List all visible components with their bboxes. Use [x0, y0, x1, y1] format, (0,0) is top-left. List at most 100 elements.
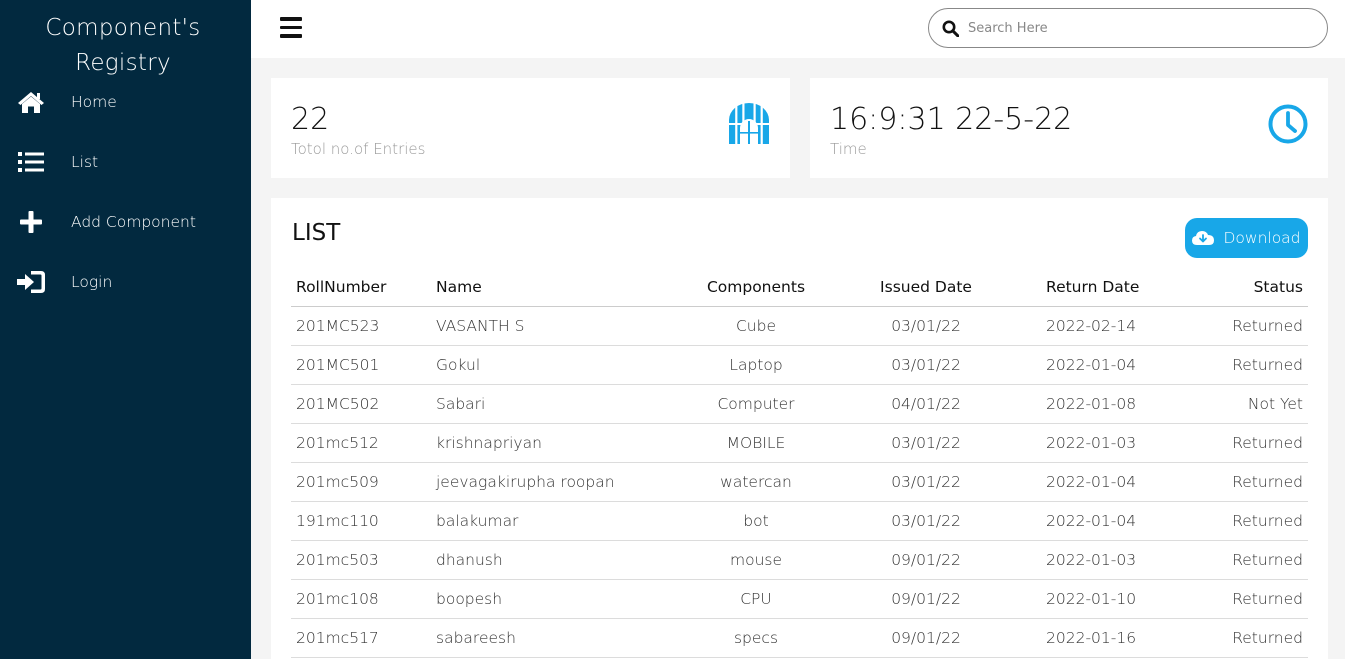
cell-status: Returned [1186, 345, 1308, 385]
col-header-issued-date[interactable]: Issued Date [816, 268, 1036, 307]
components-table: RollNumber Name Components Issued Date R… [291, 268, 1308, 658]
cell-rollnumber: 201mc512 [291, 423, 431, 463]
cell-name: Sabari [431, 384, 696, 424]
table-row[interactable]: 201mc517 sabareesh specs 09/01/22 2022-01-16… [291, 618, 1308, 658]
cell-issued-date: 09/01/22 [816, 540, 1036, 580]
cell-issued-date: 03/01/22 [816, 501, 1036, 541]
entries-card: 22 Totol no.of Entries [271, 78, 790, 178]
cell-name: dhanush [431, 540, 696, 580]
cell-return-date: 2022-01-08 [1036, 384, 1186, 424]
cell-status: Returned [1186, 579, 1308, 619]
search-box[interactable] [928, 8, 1328, 48]
home-icon [0, 90, 62, 114]
sidebar-nav: Home List Add Component Login [0, 72, 251, 312]
cell-return-date: 2022-01-10 [1036, 579, 1186, 619]
sidebar-item-home[interactable]: Home [0, 72, 251, 132]
cell-rollnumber: 201MC501 [291, 345, 431, 385]
download-button[interactable]: Download [1185, 218, 1308, 258]
cell-return-date: 2022-01-04 [1036, 501, 1186, 541]
cell-issued-date: 03/01/22 [816, 423, 1036, 463]
plus-icon [0, 211, 62, 233]
table-header-row: RollNumber Name Components Issued Date R… [291, 268, 1308, 307]
cell-component: Computer [696, 384, 816, 424]
table-row[interactable]: 201MC523 VASANTH S Cube 03/01/22 2022-02-14 R… [291, 306, 1308, 346]
cell-component: watercan [696, 462, 816, 502]
cell-component: Laptop [696, 345, 816, 385]
table-row[interactable]: 201MC501 Gokul Laptop 03/01/22 2022-01-04 Ret… [291, 345, 1308, 385]
table-body: 201MC523 VASANTH S Cube 03/01/22 2022-02-14 R… [291, 306, 1308, 658]
sidebar-item-label: Add Component [71, 213, 196, 231]
sidebar-item-label: List [71, 153, 99, 171]
download-label: Download [1223, 229, 1301, 247]
col-header-name[interactable]: Name [431, 268, 696, 307]
col-header-rollnumber[interactable]: RollNumber [291, 268, 431, 307]
col-header-components[interactable]: Components [696, 268, 816, 307]
cell-return-date: 2022-01-04 [1036, 345, 1186, 385]
cell-status: Returned [1186, 306, 1308, 346]
col-header-return-date[interactable]: Return Date [1036, 268, 1186, 307]
cell-rollnumber: 201MC502 [291, 384, 431, 424]
archway-icon [728, 102, 770, 148]
top-bar [251, 0, 1345, 58]
cell-status: Returned [1186, 540, 1308, 580]
cell-issued-date: 09/01/22 [816, 579, 1036, 619]
cell-name: sabareesh [431, 618, 696, 658]
sidebar-item-login[interactable]: Login [0, 252, 251, 312]
sidebar-item-label: Login [71, 273, 113, 291]
time-value: 16:9:31 22-5-22 [830, 102, 1073, 137]
cell-issued-date: 03/01/22 [816, 462, 1036, 502]
search-icon [942, 19, 960, 37]
list-title: LIST [292, 220, 341, 246]
table-row[interactable]: 201MC502 Sabari Computer 04/01/22 2022-01-08… [291, 384, 1308, 424]
cell-issued-date: 09/01/22 [816, 618, 1036, 658]
cell-rollnumber: 201mc517 [291, 618, 431, 658]
sidebar: Component's Registry Home List Add Compo… [0, 0, 251, 659]
menu-toggle-icon[interactable] [280, 17, 302, 39]
cell-name: VASANTH S [431, 306, 696, 346]
entries-label: Totol no.of Entries [291, 140, 426, 158]
col-header-status[interactable]: Status [1186, 268, 1308, 307]
entries-count: 22 [291, 102, 330, 137]
cell-name: krishnapriyan [431, 423, 696, 463]
table-row[interactable]: 201mc503 dhanush mouse 09/01/22 2022-01-03 Re… [291, 540, 1308, 580]
table-row[interactable]: 201mc512 krishnapriyan MOBILE 03/01/22 2022-… [291, 423, 1308, 463]
time-label: Time [830, 140, 867, 158]
cell-rollnumber: 201mc108 [291, 579, 431, 619]
clock-icon [1268, 104, 1308, 148]
table-row[interactable]: 191mc110 balakumar bot 03/01/22 2022-01-04 Re… [291, 501, 1308, 541]
cell-component: Cube [696, 306, 816, 346]
cell-component: CPU [696, 579, 816, 619]
cell-rollnumber: 201mc503 [291, 540, 431, 580]
list-panel: LIST Download RollNumber Name Components… [271, 198, 1328, 659]
cell-status: Returned [1186, 423, 1308, 463]
cloud-download-icon [1192, 230, 1215, 246]
cell-status: Returned [1186, 618, 1308, 658]
sidebar-item-list[interactable]: List [0, 132, 251, 192]
brand-line-1: Component's [45, 15, 201, 41]
cell-status: Returned [1186, 462, 1308, 502]
cell-component: mouse [696, 540, 816, 580]
cell-status: Returned [1186, 501, 1308, 541]
cell-return-date: 2022-01-03 [1036, 540, 1186, 580]
cell-name: jeevagakirupha roopan [431, 462, 696, 502]
list-icon [0, 151, 62, 173]
brand-title: Component's Registry [0, 0, 246, 81]
cell-rollnumber: 201mc509 [291, 462, 431, 502]
cell-component: bot [696, 501, 816, 541]
search-input[interactable] [968, 20, 1308, 36]
sign-in-icon [0, 271, 62, 293]
table-row[interactable]: 201mc509 jeevagakirupha roopan watercan 03/… [291, 462, 1308, 502]
cell-status: Not Yet [1186, 384, 1308, 424]
table-row[interactable]: 201mc108 boopesh CPU 09/01/22 2022-01-10 Retu… [291, 579, 1308, 619]
cell-component: MOBILE [696, 423, 816, 463]
cell-rollnumber: 191mc110 [291, 501, 431, 541]
cell-return-date: 2022-01-16 [1036, 618, 1186, 658]
cell-name: boopesh [431, 579, 696, 619]
cell-return-date: 2022-01-04 [1036, 462, 1186, 502]
time-card: 16:9:31 22-5-22 Time [810, 78, 1328, 178]
cell-rollnumber: 201MC523 [291, 306, 431, 346]
sidebar-item-add-component[interactable]: Add Component [0, 192, 251, 252]
cell-component: specs [696, 618, 816, 658]
cell-issued-date: 03/01/22 [816, 345, 1036, 385]
cell-issued-date: 04/01/22 [816, 384, 1036, 424]
